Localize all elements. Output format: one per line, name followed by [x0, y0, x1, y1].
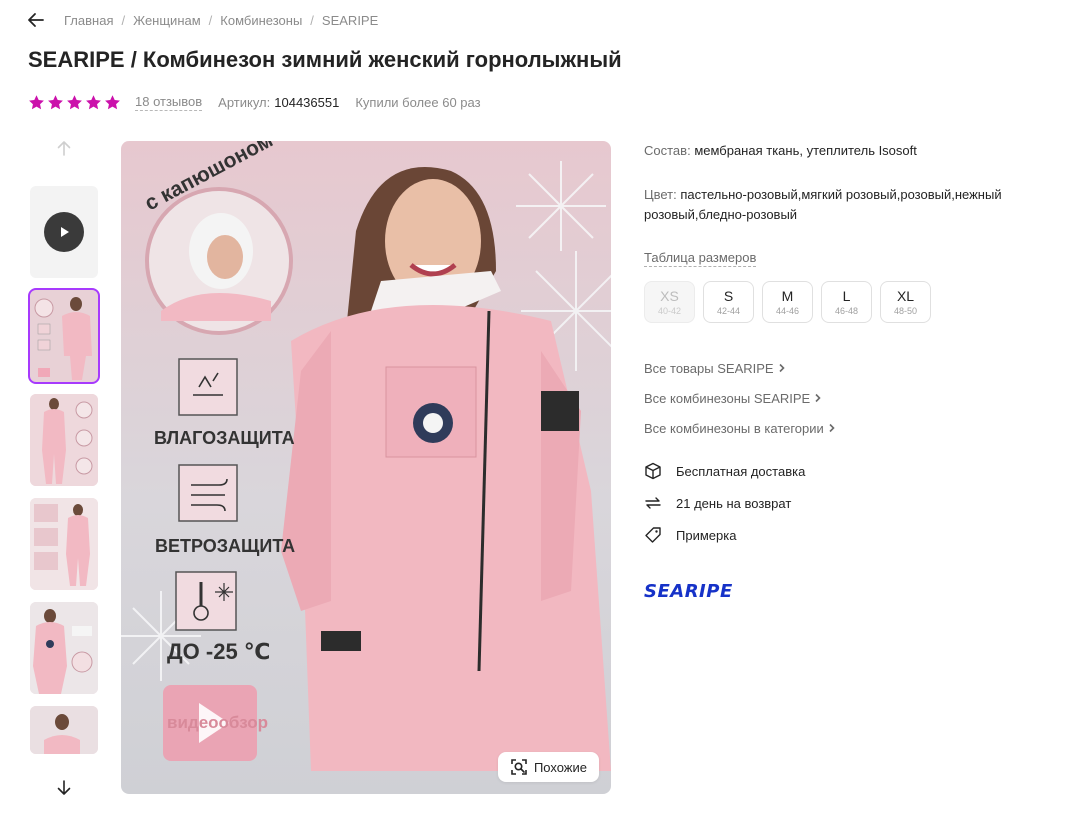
size-ru-label: 44-46 [775, 305, 800, 316]
arrow-down-icon[interactable] [54, 778, 74, 798]
thumbnail-image[interactable] [30, 602, 98, 694]
tag-icon [644, 526, 664, 544]
play-icon [44, 212, 84, 252]
size-ru-label: 46-48 [834, 305, 859, 316]
star-icon [67, 94, 82, 109]
feature-text: Примерка [676, 527, 737, 543]
feature-fitting: Примерка [644, 526, 805, 544]
size-option-l[interactable]: L 46-48 [821, 281, 872, 323]
breadcrumb-item-home[interactable]: Главная [64, 13, 113, 28]
rating-stars[interactable] [28, 94, 121, 111]
return-arrows-icon [644, 494, 664, 512]
size-label: S [723, 287, 734, 304]
all-brand-products-link[interactable]: Все товары SEARIPE [644, 360, 836, 376]
product-meta: 18 отзывов Артикул: 104436551 Купили бол… [28, 92, 481, 112]
article-label: Артикул: [218, 94, 271, 110]
service-features: Бесплатная доставка 21 день на возврат П… [644, 462, 805, 558]
box-icon [644, 462, 664, 480]
thumbnail-video[interactable] [30, 186, 98, 278]
size-label: XL [896, 287, 915, 304]
chevron-right-icon [815, 393, 821, 403]
composition-label: Состав: [644, 143, 691, 158]
purchase-count: Купили более 60 раз [355, 94, 481, 110]
size-option-m[interactable]: M 44-46 [762, 281, 813, 323]
size-ru-label: 48-50 [893, 305, 918, 316]
image-caption-wind: ВЕТРОЗАЩИТА [155, 536, 296, 556]
color-row: Цвет: пастельно-розовый,мягкий розовый,р… [644, 185, 1044, 225]
arrow-up-icon [54, 138, 74, 158]
star-icon [48, 94, 63, 109]
thumbnail-image[interactable] [30, 394, 98, 486]
breadcrumb-item-jumpsuits[interactable]: Комбинезоны [220, 13, 302, 28]
brand-logo[interactable]: SEARIPE [644, 581, 733, 602]
topbar: Главная / Женщинам / Комбинезоны / SEARI… [26, 10, 378, 30]
size-label: M [781, 287, 794, 304]
size-ru-label: 40-42 [657, 305, 682, 316]
similar-search-icon [511, 759, 527, 775]
brand-links: Все товары SEARIPE Все комбинезоны SEARI… [644, 360, 836, 450]
size-table-link[interactable]: Таблица размеров [644, 250, 757, 267]
breadcrumb-separator: / [208, 12, 213, 28]
color-value: пастельно-розовый,мягкий розовый,розовый… [644, 187, 1002, 222]
star-icon [86, 94, 101, 109]
feature-text: Бесплатная доставка [676, 463, 806, 479]
size-ru-label: 42-44 [716, 305, 741, 316]
similar-button[interactable]: Похожие [497, 752, 599, 782]
size-label: XS [660, 287, 679, 304]
breadcrumb-separator: / [310, 12, 314, 28]
thumbnail-strip [28, 138, 100, 808]
breadcrumb-item-brand[interactable]: SEARIPE [322, 13, 378, 28]
thumbnail-image[interactable] [28, 288, 100, 384]
link-label: Все товары SEARIPE [644, 360, 774, 376]
breadcrumb-separator: / [121, 12, 126, 28]
feature-text: 21 день на возврат [676, 495, 792, 511]
composition-value: мембраная ткань, утеплитель Isosoft [694, 143, 917, 158]
image-caption-water: ВЛАГОЗАЩИТА [154, 428, 295, 448]
size-selector: XS 40-42 S 42-44 M 44-46 L 46-48 XL 48-5… [644, 281, 931, 323]
feature-return: 21 день на возврат [644, 494, 805, 512]
breadcrumb-item-women[interactable]: Женщинам [133, 13, 201, 28]
image-caption-temp: ДО -25 ℃ [167, 639, 271, 664]
all-brand-jumpsuits-link[interactable]: Все комбинезоны SEARIPE [644, 390, 836, 406]
page-title: SEARIPE / Комбинезон зимний женский горн… [28, 47, 622, 72]
similar-button-label: Похожие [533, 759, 587, 775]
main-product-image[interactable]: с капюшоном ВЛАГОЗАЩИТА ВЕТРОЗАЩИТА ДО -… [121, 141, 611, 794]
size-option-s[interactable]: S 42-44 [703, 281, 754, 323]
composition-row: Состав: мембраная ткань, утеплитель Isos… [644, 141, 1044, 160]
image-caption-video: видеообзор [167, 713, 268, 732]
thumbnail-image[interactable] [30, 498, 98, 590]
star-icon [29, 94, 44, 109]
size-option-xs[interactable]: XS 40-42 [644, 281, 695, 323]
chevron-right-icon [829, 423, 835, 433]
all-category-jumpsuits-link[interactable]: Все комбинезоны в категории [644, 420, 836, 436]
thumbnail-image[interactable] [30, 706, 98, 754]
color-label: Цвет: [644, 187, 677, 202]
size-option-xl[interactable]: XL 48-50 [880, 281, 931, 323]
chevron-right-icon [779, 363, 785, 373]
back-arrow-icon[interactable] [26, 10, 46, 30]
article-number: 104436551 [274, 94, 340, 110]
size-label: L [842, 287, 851, 304]
star-icon [105, 94, 120, 109]
breadcrumb: Главная / Женщинам / Комбинезоны / SEARI… [64, 13, 378, 28]
link-label: Все комбинезоны SEARIPE [644, 390, 811, 406]
link-label: Все комбинезоны в категории [644, 420, 824, 436]
feature-free-delivery: Бесплатная доставка [644, 462, 805, 480]
reviews-link[interactable]: 18 отзывов [135, 94, 203, 111]
